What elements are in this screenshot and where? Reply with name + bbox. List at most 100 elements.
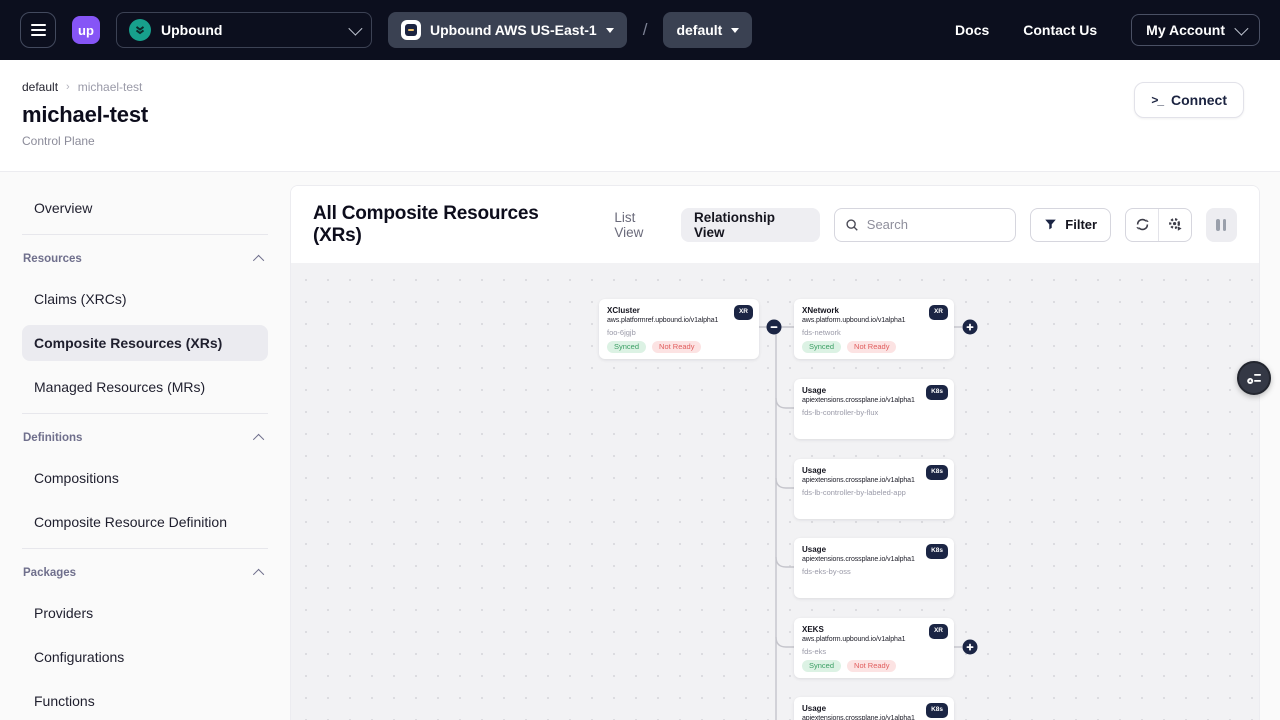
search-input[interactable] [867,217,997,232]
caret-down-icon [731,28,739,33]
section-title: Packages [23,567,76,579]
node-kind: Usage [802,386,946,396]
group-selector-label: default [676,22,722,38]
divider [22,234,268,235]
breadcrumb-slash: / [643,20,648,40]
filter-button[interactable]: Filter [1030,208,1111,242]
auto-refresh-settings-button[interactable] [1158,209,1190,241]
sidebar-item-configurations[interactable]: Configurations [22,639,268,675]
node-resource-name: fds-eks-by-oss [802,567,946,576]
status-badge-not-ready: Not Ready [847,660,896,673]
nav-link-contact-us[interactable]: Contact Us [1023,22,1097,38]
sidebar-section-definitions[interactable]: Definitions [22,428,268,448]
legend-icon [1246,370,1263,387]
graph-node-usage-partial[interactable]: Usage apiextensions.crossplane.io/v1alph… [794,697,954,720]
chevron-up-icon [253,255,264,266]
node-api-version: aws.platform.upbound.io/v1alpha1 [802,316,946,325]
main-title: All Composite Resources (XRs) [313,203,586,247]
graph-node-usage-labeled-app[interactable]: Usage apiextensions.crossplane.io/v1alph… [794,459,954,519]
node-api-version: apiextensions.crossplane.io/v1alpha1 [802,396,946,405]
search-icon [845,218,859,232]
sidebar-item-managed-resources[interactable]: Managed Resources (MRs) [22,369,268,405]
breadcrumb-chevron-icon: › [66,81,70,93]
node-kind: XCluster [607,306,751,316]
sidebar-item-providers[interactable]: Providers [22,595,268,631]
graph-edges [291,263,1259,720]
chevron-up-icon [253,434,264,445]
org-avatar-glyph [133,23,147,37]
sidebar-section-packages[interactable]: Packages [22,563,268,583]
node-api-version: apiextensions.crossplane.io/v1alpha1 [802,714,946,720]
filter-icon [1044,218,1057,231]
node-kind: XNetwork [802,306,946,316]
node-resource-name: foo-6jgjb [607,328,751,337]
node-api-version: apiextensions.crossplane.io/v1alpha1 [802,476,946,485]
pause-button[interactable] [1206,208,1237,242]
node-resource-name: fds-lb-controller-by-labeled-app [802,488,946,497]
chevron-up-icon [253,569,264,580]
filter-button-label: Filter [1065,217,1097,232]
expand-node-button[interactable] [963,320,978,335]
node-type-badge: XR [734,305,753,320]
gear-play-icon [1168,217,1183,232]
connect-button-label: Connect [1171,92,1227,108]
sidebar-section-resources[interactable]: Resources [22,249,268,269]
sidebar-item-claims[interactable]: Claims (XRCs) [22,281,268,317]
org-avatar [129,19,151,41]
breadcrumb-default[interactable]: default [22,80,58,94]
divider [22,413,268,414]
node-type-badge: K8s [926,703,948,718]
collapse-node-button[interactable] [767,320,782,335]
control-plane-selector[interactable]: Upbound AWS US-East-1 [388,12,627,48]
status-badge-synced: Synced [802,660,841,673]
divider [22,548,268,549]
upbound-logo[interactable]: up [72,16,100,44]
relationship-view-toggle[interactable]: Relationship View [681,208,820,242]
refresh-icon [1135,217,1150,232]
connect-button[interactable]: >_ Connect [1134,82,1244,118]
nav-link-docs[interactable]: Docs [955,22,989,38]
chevron-down-icon [1234,22,1248,36]
status-badge-not-ready: Not Ready [652,341,701,354]
group-selector[interactable]: default [663,12,752,48]
status-badge-not-ready: Not Ready [847,341,896,354]
search-box[interactable] [834,208,1017,242]
status-badge-synced: Synced [607,341,646,354]
node-api-version: aws.platform.upbound.io/v1alpha1 [802,635,946,644]
node-kind: Usage [802,545,946,555]
org-selector[interactable]: Upbound [116,12,372,48]
graph-node-xnetwork[interactable]: XNetwork aws.platform.upbound.io/v1alpha… [794,299,954,359]
node-type-badge: K8s [926,385,948,400]
terminal-icon: >_ [1151,93,1163,107]
caret-down-icon [606,28,614,33]
node-api-version: aws.platformref.upbound.io/v1alpha1 [607,316,751,325]
graph-legend-button[interactable] [1237,361,1271,395]
breadcrumb-current: michael-test [78,80,143,94]
section-title: Resources [23,253,82,265]
sidebar-item-xrd[interactable]: Composite Resource Definition [22,504,268,540]
hamburger-menu-icon[interactable] [20,12,56,48]
sidebar-item-compositions[interactable]: Compositions [22,460,268,496]
node-type-badge: XR [929,624,948,639]
graph-node-xcluster[interactable]: XCluster aws.platformref.upbound.io/v1al… [599,299,759,359]
refresh-button[interactable] [1126,209,1158,241]
control-plane-selector-label: Upbound AWS US-East-1 [430,22,597,38]
node-kind: Usage [802,704,946,714]
expand-node-button[interactable] [963,640,978,655]
relationship-graph-canvas[interactable]: XCluster aws.platformref.upbound.io/v1al… [291,263,1259,720]
sidebar-item-composite-resources[interactable]: Composite Resources (XRs) [22,325,268,361]
sidebar-item-overview[interactable]: Overview [22,190,268,226]
graph-node-usage-flux[interactable]: Usage apiextensions.crossplane.io/v1alph… [794,379,954,439]
page-header: default › michael-test michael-test Cont… [0,60,1280,172]
node-type-badge: K8s [926,465,948,480]
page-subtitle: Control Plane [22,134,1258,148]
node-kind: Usage [802,466,946,476]
pause-icon [1216,219,1220,231]
my-account-menu[interactable]: My Account [1131,14,1260,46]
sidebar-item-functions[interactable]: Functions [22,683,268,719]
list-view-toggle[interactable]: List View [614,210,667,240]
graph-node-xeks[interactable]: XEKS aws.platform.upbound.io/v1alpha1 fd… [794,618,954,678]
graph-node-usage-eks-by-oss[interactable]: Usage apiextensions.crossplane.io/v1alph… [794,538,954,598]
sidebar: Overview Resources Claims (XRCs) Composi… [0,172,290,720]
status-badge-synced: Synced [802,341,841,354]
